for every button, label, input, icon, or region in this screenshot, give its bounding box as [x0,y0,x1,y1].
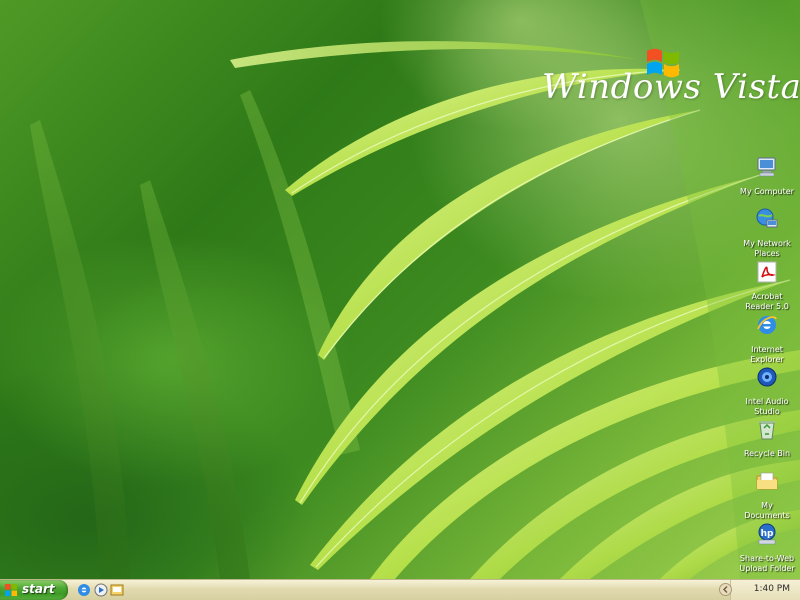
desktop-icon-recycle-bin[interactable]: Recycle Bin [738,417,796,459]
desktop-icon-my-network-places[interactable]: My Network Places [738,207,796,259]
desktop[interactable]: Windows Vista My Computer My Network Pla… [0,0,800,579]
documents-folder-icon [756,472,778,490]
desktop-icon-my-documents[interactable]: My Documents [738,469,796,521]
windows-flag-icon [5,584,18,597]
desktop-icon-acrobat-reader[interactable]: Acrobat Reader 5.0 [738,260,796,312]
audio-studio-icon [757,367,777,387]
desktop-icon-intel-audio-studio[interactable]: Intel Audio Studio [738,365,796,417]
internet-explorer-icon[interactable] [77,583,91,597]
start-button[interactable]: start [0,580,68,600]
acrobat-reader-icon [757,261,777,283]
vista-logo: Windows Vista [538,42,800,112]
show-desktop-icon[interactable] [110,583,124,597]
desktop-icon-label: Intel Audio Studio [745,397,789,416]
system-tray: 1:40 PM [719,580,800,600]
taskbar: start 1:40 PM [0,579,800,600]
desktop-icon-label: Acrobat Reader 5.0 [745,292,789,311]
desktop-icon-label: Share-to-Web Upload Folder [739,554,795,573]
vista-logo-text: Windows Vista [542,67,800,107]
chevron-left-icon[interactable] [719,583,732,596]
desktop-icon-label: My Documents [744,501,790,520]
desktop-icon-share-to-web[interactable]: hp Share-to-Web Upload Folder [738,522,796,574]
upload-folder-icon: hp [758,523,776,545]
media-player-icon[interactable] [94,583,108,597]
network-places-icon [756,208,778,228]
desktop-icon-label: Recycle Bin [743,449,791,458]
desktop-icon-label: My Computer [740,187,794,196]
computer-icon [757,157,776,177]
desktop-icon-internet-explorer[interactable]: Internet Explorer [738,313,796,365]
recycle-bin-icon [759,421,775,440]
start-label: start [22,582,55,596]
desktop-icon-label: Internet Explorer [750,345,784,364]
svg-text:hp: hp [761,529,774,539]
desktop-icon-label: My Network Places [743,239,791,258]
clock[interactable]: 1:40 PM [754,584,790,594]
desktop-icon-my-computer[interactable]: My Computer [738,155,796,197]
internet-explorer-icon [757,316,777,334]
